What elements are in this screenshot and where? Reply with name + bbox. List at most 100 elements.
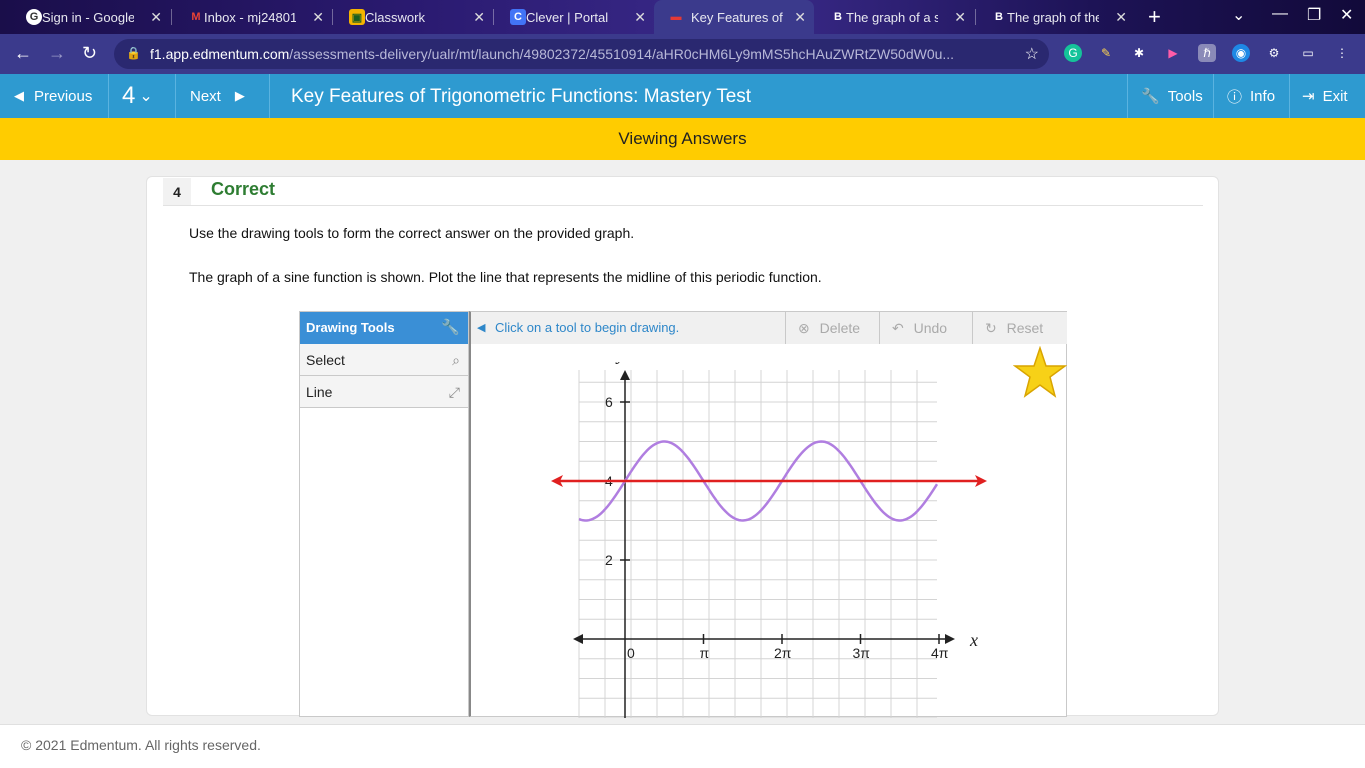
delete-icon: ⊗ [798, 320, 810, 336]
question-selector[interactable]: 4 ⌄ [122, 74, 153, 118]
exit-button[interactable]: ⇥ Exit [1302, 74, 1348, 118]
browser-tab[interactable]: M Inbox - mj248010 ✕ [182, 0, 332, 34]
gmail-icon: M [191, 11, 201, 23]
header-divider [1127, 74, 1128, 118]
browser-tab[interactable]: ▣ Classwork ✕ [343, 0, 493, 34]
drawing-canvas[interactable]: ◀ Click on a tool to begin drawing. ⊗ De… [469, 311, 1067, 718]
forward-icon[interactable]: → [48, 43, 66, 64]
header-divider [1213, 74, 1214, 118]
close-icon[interactable]: ✕ [634, 9, 646, 26]
grammarly-icon[interactable]: G [1064, 44, 1082, 62]
arrow-right-circle-icon: ▶ [234, 88, 245, 103]
collapse-arrow-icon[interactable]: ◀ [477, 312, 485, 344]
back-icon[interactable]: ← [14, 43, 32, 64]
wrench-icon: 🔧 [1141, 88, 1160, 105]
bookmark-star-icon[interactable]: ☆ [1025, 44, 1039, 64]
minimize-icon[interactable]: — [1272, 5, 1288, 23]
close-icon[interactable]: ✕ [954, 9, 966, 26]
brainly-icon: B [995, 11, 1003, 23]
browser-tab[interactable]: B The graph of a s ✕ [824, 0, 974, 34]
x-tick-label: 0 [627, 645, 635, 661]
puzzle-extension-icon[interactable]: ✱ [1130, 44, 1148, 62]
highlighter-icon[interactable]: ✎ [1097, 44, 1115, 62]
reload-icon[interactable]: ↻ [82, 43, 97, 64]
select-tool[interactable]: Select ⌕ [300, 344, 468, 376]
cursor-extension-icon[interactable]: ▶ [1164, 44, 1182, 62]
close-icon[interactable]: ✕ [473, 9, 485, 26]
chevron-down-icon: ⌄ [139, 88, 153, 105]
delete-button[interactable]: ⊗ Delete [785, 312, 879, 344]
tab-search-icon[interactable]: ⌄ [1232, 5, 1245, 25]
cast-icon[interactable]: ▭ [1299, 44, 1317, 62]
extension-icon[interactable]: ℏ [1198, 44, 1216, 62]
google-icon: G [26, 9, 42, 25]
header-divider [269, 74, 270, 118]
brainly-icon: B [834, 11, 842, 23]
page-title: Key Features of Trigonometric Functions:… [291, 86, 752, 107]
undo-icon: ↶ [892, 320, 904, 336]
answer-status: Correct [211, 179, 276, 199]
info-button[interactable]: ⓘ Info [1227, 74, 1275, 118]
app-header: ◀ Previous 4 ⌄ Next ▶ Key Features of Tr… [0, 74, 1365, 118]
x-tick-label: 2π [774, 645, 792, 661]
lock-icon: 🔒 [126, 46, 141, 60]
tools-button[interactable]: 🔧 Tools [1141, 74, 1203, 118]
divider [163, 205, 1203, 206]
x-axis-arrow [945, 634, 955, 644]
next-button[interactable]: Next ▶ [190, 74, 245, 118]
line-tool[interactable]: Line ⤢ [300, 376, 468, 408]
close-icon[interactable]: ✕ [794, 9, 806, 26]
question-number: 4 [163, 178, 191, 206]
browser-tab[interactable]: G Sign in - Google ✕ [20, 0, 170, 34]
x-tick-label: 4π [931, 645, 949, 661]
tab-divider [975, 9, 976, 25]
tab-divider [332, 9, 333, 25]
previous-button[interactable]: ◀ Previous [14, 74, 92, 118]
edmentum-icon: ▬ [670, 11, 682, 23]
extensions-icon[interactable]: ⚙ [1265, 44, 1283, 62]
x-axis-label: x [969, 630, 978, 650]
address-bar: ← → ↻ 🔒 f1.app.edmentum.com/assessments-… [0, 34, 1365, 74]
x-axis-arrow [573, 634, 583, 644]
undo-button[interactable]: ↶ Undo [879, 312, 972, 344]
coordinate-graph: y x 6420π2π3π4π [551, 362, 987, 718]
reset-button[interactable]: ↻ Reset [972, 312, 1067, 344]
clever-icon: C [510, 9, 526, 25]
viewing-answers-banner: Viewing Answers [0, 118, 1365, 160]
exit-icon: ⇥ [1302, 88, 1315, 105]
close-icon[interactable]: ✕ [1115, 9, 1127, 26]
header-divider [1289, 74, 1290, 118]
tab-divider [493, 9, 494, 25]
select-cursor-icon: ⌕ [452, 352, 460, 368]
question-instruction: Use the drawing tools to form the correc… [189, 225, 635, 241]
header-divider [108, 74, 109, 118]
globe-extension-icon[interactable]: ◉ [1232, 44, 1250, 62]
wrench-icon: 🔧 [441, 319, 460, 336]
y-axis-label: y [615, 362, 625, 364]
close-icon[interactable]: ✕ [150, 9, 162, 26]
maximize-icon[interactable]: ❐ [1307, 5, 1321, 25]
browser-tab[interactable]: C Clever | Portal ✕ [504, 0, 654, 34]
star-icon [1013, 346, 1067, 398]
reset-icon: ↻ [985, 320, 997, 336]
menu-icon[interactable]: ⋮ [1333, 44, 1351, 62]
close-icon[interactable]: ✕ [312, 9, 324, 26]
browser-tab[interactable]: B The graph of the ✕ [985, 0, 1135, 34]
header-divider [175, 74, 176, 118]
browser-tab-active[interactable]: ▬ Key Features of ✕ [654, 0, 814, 34]
classroom-icon: ▣ [349, 9, 365, 25]
question-prompt: The graph of a sine function is shown. P… [189, 269, 822, 285]
drawing-hint: ◀ Click on a tool to begin drawing. [471, 312, 785, 344]
line-arrows-icon: ⤢ [448, 384, 460, 400]
tab-divider [171, 9, 172, 25]
new-tab-icon[interactable]: + [1148, 4, 1161, 30]
y-tick-label: 6 [605, 394, 613, 410]
footer-copyright: © 2021 Edmentum. All rights reserved. [0, 724, 1365, 768]
x-tick-label: 3π [853, 645, 871, 661]
drawing-tools-header: Drawing Tools 🔧 [300, 312, 468, 344]
url-input[interactable]: 🔒 f1.app.edmentum.com/assessments-delive… [114, 39, 1049, 69]
grid [578, 370, 937, 718]
y-axis-arrow [620, 370, 630, 380]
browser-tab-strip: G Sign in - Google ✕ M Inbox - mj248010 … [0, 0, 1365, 34]
window-close-icon[interactable]: ✕ [1340, 5, 1353, 25]
